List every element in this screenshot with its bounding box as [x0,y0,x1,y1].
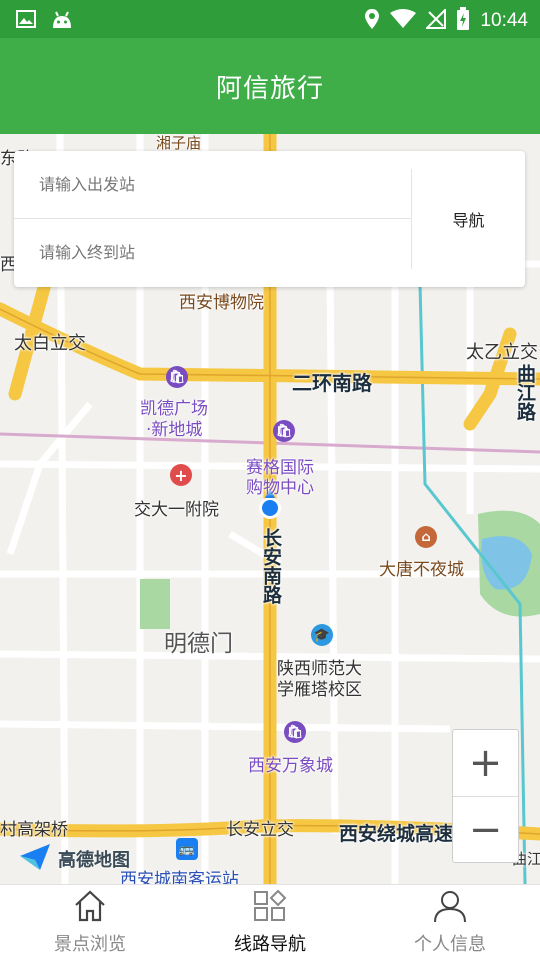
school-poi-icon[interactable]: 🎓 [311,624,333,646]
map-label-taiyi-interchange: 太乙立交 [466,342,538,363]
map-label-second-ring-south: 二环南路 [292,371,372,395]
tab-route-navigation-label: 线路导航 [234,934,306,955]
shopping-poi-icon[interactable]: 🛍 [284,721,306,743]
wifi-icon [390,9,417,33]
status-bar: 10:44 [0,0,540,38]
tab-attractions-label: 景点浏览 [54,934,126,955]
gaode-arrow-icon [18,842,52,876]
map-label-xindi-city[interactable]: ·新地城 [146,415,202,440]
status-time: 10:44 [480,10,528,31]
app-bar: 阿信旅行 [0,38,540,134]
map-label-mingde-gate: 明德门 [164,631,233,657]
tab-route-navigation[interactable]: 线路导航 [180,885,360,961]
map-provider-logo: 高德地图 [18,842,130,876]
zoom-out-button[interactable]: − [453,797,518,863]
app-title: 阿信旅行 [215,73,324,104]
shopping-poi-icon[interactable]: 🛍 [166,366,188,388]
map-label-ring-expressway: 西安绕城高速 [339,823,454,845]
battery-charging-icon [456,7,470,35]
location-icon [364,8,380,34]
tab-profile-label: 个人信息 [414,934,486,955]
shopping-poi-icon[interactable]: 🛍 [273,420,295,442]
arrival-station-input[interactable] [14,219,411,286]
map-label-xian-museum[interactable]: 西安博物院 [179,288,264,313]
map-label-taibai-interchange: 太白立交 [14,333,86,354]
map-label-mixc[interactable]: 西安万象城 [248,751,333,776]
map-label-datang-night-city[interactable]: 大唐不夜城 [379,555,464,580]
tab-attractions[interactable]: 景点浏览 [0,885,180,961]
map-provider-name: 高德地图 [58,850,130,871]
android-icon [50,8,74,34]
no-signal-icon [425,7,447,33]
person-icon [432,889,468,927]
map-label-snnu-2[interactable]: 学雁塔校区 [277,675,362,700]
home-icon [72,889,108,927]
map-label-jiaoda-hospital[interactable]: 交大一附院 [134,495,219,520]
departure-station-input[interactable] [14,151,411,218]
bus-station-poi-icon[interactable]: 🚌 [176,838,198,860]
map-label-qujiang-road: 曲江路 [514,364,536,421]
map-label-saige-mall-2[interactable]: 购物中心 [246,473,314,498]
grid-icon [252,889,288,927]
map-label-high-bridge: 村高架桥 [0,820,68,840]
navigate-button[interactable]: 导航 [412,151,525,287]
bottom-navigation: 景点浏览 线路导航 个人信息 [0,884,540,961]
map-label-changan-south-road: 长安南路 [260,528,282,604]
gallery-icon [16,10,36,32]
attraction-poi-icon[interactable]: ⌂ [415,526,437,548]
map-label-south-bus-station[interactable]: 西安城南客运站 [120,865,239,884]
route-search-card: 导航 [14,151,525,287]
map-label-changan-interchange: 长安立交 [226,820,294,840]
zoom-in-button[interactable]: + [453,730,518,796]
tab-profile[interactable]: 个人信息 [360,885,540,961]
hospital-poi-icon[interactable]: + [170,464,192,486]
zoom-controls: + − [452,729,519,863]
